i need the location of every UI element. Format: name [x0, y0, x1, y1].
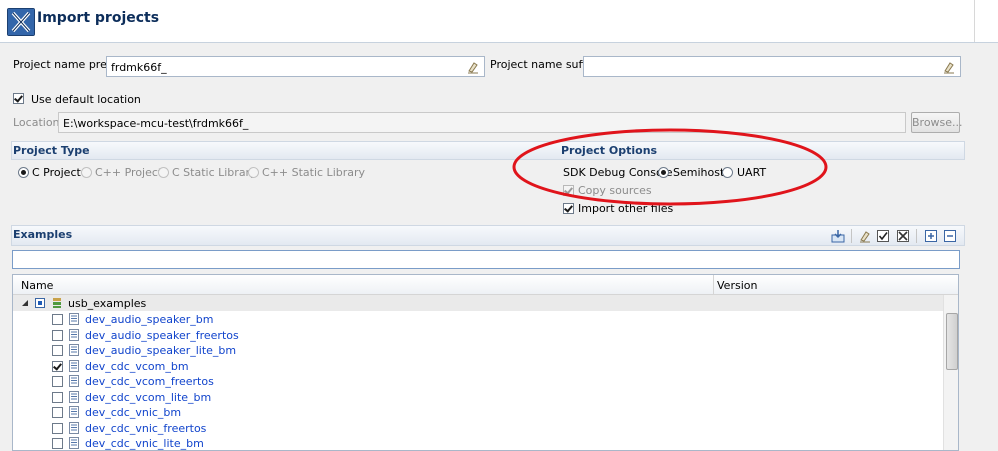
location-value: E:\workspace-mcu-test\frdmk66f_	[63, 117, 249, 130]
tree-scrollbar[interactable]	[943, 295, 958, 450]
column-version[interactable]: Version	[717, 279, 757, 292]
group-label: usb_examples	[68, 297, 147, 310]
dialog-title: Import projects	[37, 10, 160, 26]
c-project-radio[interactable]	[18, 167, 29, 178]
location-label: Location:	[13, 116, 64, 129]
use-default-location-label: Use default location	[31, 93, 141, 106]
project-file-icon	[69, 359, 79, 372]
tree-item-row[interactable]: dev_cdc_vcom_freertos	[13, 373, 943, 389]
tree-item-row[interactable]: dev_cdc_vnic_lite_bm	[13, 435, 943, 450]
cpp-static-library-label: C++ Static Library	[262, 166, 366, 179]
example-label[interactable]: dev_cdc_vnic_freertos	[85, 422, 206, 435]
example-label[interactable]: dev_audio_speaker_bm	[85, 313, 213, 326]
example-label[interactable]: dev_audio_speaker_lite_bm	[85, 344, 236, 357]
examples-filter-input[interactable]	[12, 250, 960, 269]
project-type-title: Project Type	[13, 144, 90, 157]
example-label[interactable]: dev_cdc_vnic_lite_bm	[85, 437, 204, 450]
tree-item-row[interactable]: dev_audio_speaker_freertos	[13, 327, 943, 343]
tree-item-row[interactable]: dev_cdc_vcom_bm	[13, 358, 943, 374]
tree-column-header	[13, 275, 958, 295]
examples-section-header	[11, 225, 965, 246]
example-label[interactable]: dev_cdc_vcom_bm	[85, 360, 189, 373]
column-name[interactable]: Name	[21, 279, 53, 292]
project-file-icon	[69, 390, 79, 403]
annotation-ellipse	[512, 128, 828, 206]
eraser-icon[interactable]	[942, 60, 956, 74]
example-label[interactable]: dev_cdc_vnic_bm	[85, 406, 181, 419]
stack-icon	[53, 298, 61, 308]
example-label[interactable]: dev_cdc_vcom_lite_bm	[85, 391, 211, 404]
project-file-icon	[69, 375, 79, 387]
scrollbar-thumb[interactable]	[946, 313, 958, 370]
toolbar-separator	[916, 229, 917, 243]
example-checkbox[interactable]	[52, 360, 63, 372]
project-file-icon	[69, 437, 79, 449]
example-checkbox[interactable]	[52, 314, 63, 325]
project-file-icon	[69, 421, 79, 434]
example-checkbox[interactable]	[52, 391, 63, 403]
suffix-input[interactable]	[583, 56, 961, 77]
project-file-icon	[69, 313, 79, 325]
cpp-project-label: C++ Project	[95, 166, 163, 179]
project-file-icon	[69, 344, 79, 356]
examples-tree: Name Version usb_examples dev_audio_spea…	[12, 274, 959, 451]
deselect-all-icon[interactable]	[896, 229, 910, 243]
prefix-input[interactable]: frdmk66f_	[106, 56, 485, 77]
expand-all-icon[interactable]	[924, 229, 938, 243]
prefix-value: frdmk66f_	[111, 61, 167, 74]
examples-title: Examples	[13, 228, 73, 241]
example-checkbox[interactable]	[52, 329, 63, 341]
example-checkbox[interactable]	[52, 422, 63, 434]
import-archive-icon[interactable]	[831, 229, 845, 243]
header-divider	[974, 0, 975, 42]
cpp-project-radio[interactable]	[81, 167, 92, 178]
tree-group-row[interactable]: usb_examples	[13, 295, 943, 311]
example-label[interactable]: dev_cdc_vcom_freertos	[85, 375, 214, 388]
browse-button[interactable]: Browse...	[911, 112, 963, 133]
group-checkbox[interactable]	[35, 298, 45, 308]
tree-item-row[interactable]: dev_cdc_vnic_freertos	[13, 420, 943, 436]
tree-item-row[interactable]: dev_audio_speaker_lite_bm	[13, 342, 943, 358]
column-divider[interactable]	[713, 275, 714, 294]
collapse-all-icon[interactable]	[943, 229, 957, 243]
tree-item-row[interactable]: dev_cdc_vcom_lite_bm	[13, 389, 943, 405]
toolbar-separator	[851, 229, 852, 243]
use-default-location-checkbox[interactable]	[13, 93, 24, 104]
clear-filter-icon[interactable]	[858, 229, 872, 243]
example-checkbox[interactable]	[52, 438, 63, 449]
example-checkbox[interactable]	[52, 407, 63, 418]
project-file-icon	[69, 328, 79, 341]
example-label[interactable]: dev_audio_speaker_freertos	[85, 329, 239, 342]
cpp-static-library-radio[interactable]	[248, 167, 259, 178]
project-file-icon	[69, 406, 79, 418]
eraser-icon[interactable]	[466, 60, 480, 74]
tree-item-row[interactable]: dev_cdc_vnic_bm	[13, 404, 943, 420]
tree-item-row[interactable]: dev_audio_speaker_bm	[13, 311, 943, 327]
c-project-label: C Project	[32, 166, 81, 179]
c-static-library-label: C Static Library	[172, 166, 257, 179]
c-static-library-radio[interactable]	[158, 167, 169, 178]
example-checkbox[interactable]	[52, 345, 63, 356]
select-all-icon[interactable]	[876, 229, 890, 243]
expand-arrow-icon[interactable]	[21, 299, 29, 307]
mcuxpresso-logo-icon	[7, 8, 35, 36]
example-checkbox[interactable]	[52, 376, 63, 387]
